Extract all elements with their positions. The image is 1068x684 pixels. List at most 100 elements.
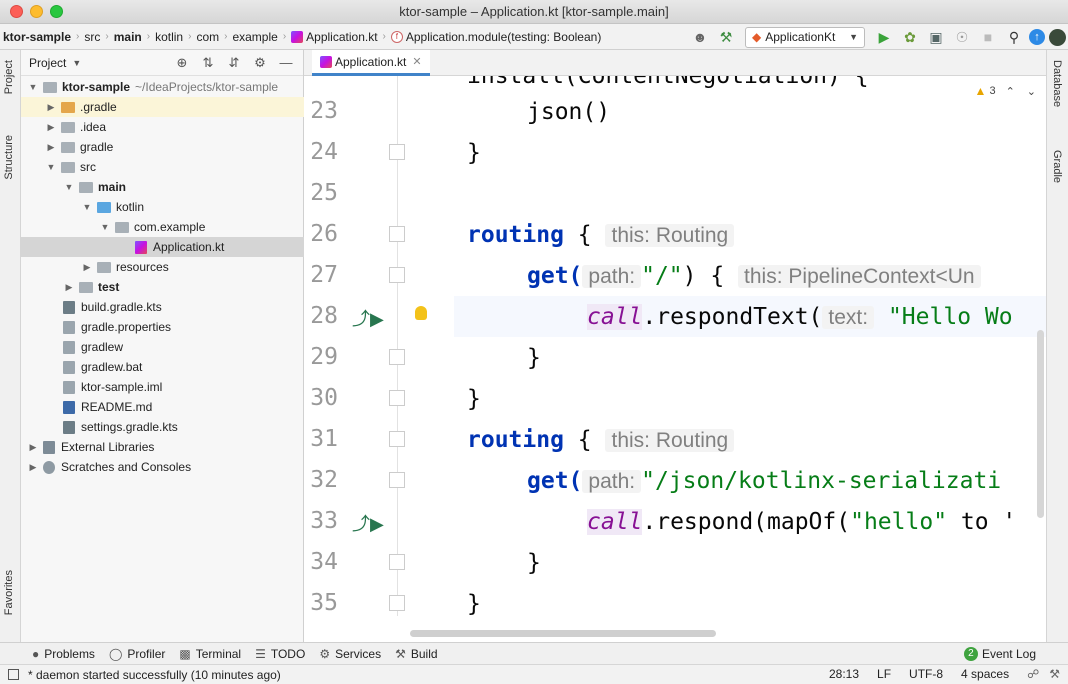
code-line-29: } <box>527 345 541 371</box>
tool-build[interactable]: ⚒ Build <box>395 647 437 661</box>
fold-marker[interactable] <box>389 431 405 447</box>
fold-marker[interactable] <box>389 226 405 242</box>
tab-favorites[interactable]: Favorites <box>3 570 15 615</box>
code-line-26: routing { this: Routing <box>467 215 735 256</box>
tree-item-gradlew[interactable]: gradlew <box>21 337 304 357</box>
lightbulb-icon[interactable] <box>415 306 427 320</box>
lock-icon[interactable]: ☍ <box>1027 667 1039 681</box>
tree-item-main[interactable]: ▼ main <box>21 177 304 197</box>
tab-structure[interactable]: Structure <box>3 135 15 180</box>
tree-item-iml[interactable]: ktor-sample.iml <box>21 377 304 397</box>
tree-item-com-example[interactable]: ▼ com.example <box>21 217 304 237</box>
tree-item-readme[interactable]: README.md <box>21 397 304 417</box>
markdown-file-icon <box>63 400 75 414</box>
gear-icon[interactable]: ⚙ <box>251 55 269 71</box>
fold-marker[interactable] <box>389 390 405 406</box>
breadcrumb-function[interactable]: f Application.module(testing: Boolean) <box>388 30 604 44</box>
tree-item-gradle-cache[interactable]: ▶ .gradle <box>21 97 304 117</box>
search-icon[interactable]: ⚲ <box>1003 26 1025 48</box>
tool-todo[interactable]: ☰ TODO <box>255 647 305 661</box>
tree-item-resources[interactable]: ▶ resources <box>21 257 304 277</box>
build-hammer-icon: ⚒ <box>395 646 406 661</box>
code-line-34: } <box>527 550 541 576</box>
breadcrumb-kotlin[interactable]: kotlin <box>152 30 186 44</box>
code-text: ) { <box>682 263 739 289</box>
tree-item-gradle-properties[interactable]: gradle.properties <box>21 317 304 337</box>
tool-profiler[interactable]: ◯ Profiler <box>109 647 165 661</box>
tree-item-gradle[interactable]: ▶ gradle <box>21 137 304 157</box>
tab-database[interactable]: Database <box>1051 60 1063 107</box>
build-hammer-icon[interactable]: ⚒ <box>715 26 737 48</box>
chevron-down-icon[interactable]: ▼ <box>72 58 81 68</box>
folder-icon <box>43 81 57 93</box>
project-view-title[interactable]: Project <box>29 56 66 70</box>
tree-item-label: Scratches and Consoles <box>61 460 192 474</box>
line-separator[interactable]: LF <box>877 667 891 681</box>
horizontal-scrollbar[interactable] <box>410 630 716 637</box>
inspection-hat-icon[interactable]: ⚒ <box>1049 667 1060 681</box>
fold-marker[interactable] <box>389 472 405 488</box>
tree-item-test[interactable]: ▶ test <box>21 277 304 297</box>
fold-marker[interactable] <box>389 267 405 283</box>
properties-file-icon <box>63 320 75 334</box>
fold-marker[interactable] <box>389 595 405 611</box>
tree-item-application-kt[interactable]: Application.kt <box>21 237 304 257</box>
fold-marker[interactable] <box>389 349 405 365</box>
tab-gradle[interactable]: Gradle <box>1051 150 1063 183</box>
collapse-all-icon[interactable]: ⇵ <box>225 55 243 71</box>
route-gutter-icon[interactable]: ⤴▶ <box>352 510 384 536</box>
vertical-scrollbar[interactable] <box>1037 330 1044 518</box>
tree-item-src[interactable]: ▼ src <box>21 157 304 177</box>
tree-item-scratches[interactable]: ▶ Scratches and Consoles <box>21 457 304 477</box>
locate-icon[interactable]: ⊕ <box>173 55 191 71</box>
update-icon[interactable]: ↑ <box>1029 29 1045 45</box>
avatar[interactable] <box>1049 28 1066 46</box>
breadcrumb-example[interactable]: example <box>229 30 280 44</box>
tree-item-root[interactable]: ▼ ktor-sample ~/IdeaProjects/ktor-sample <box>21 77 304 97</box>
code-area[interactable]: install(ContentNegotiation) { json() } r… <box>454 76 1046 642</box>
stop-icon[interactable]: ■ <box>977 26 999 48</box>
tool-problems[interactable]: ● Problems <box>32 647 95 661</box>
route-gutter-icon[interactable]: ⤴▶ <box>352 305 384 331</box>
tool-terminal[interactable]: ▩ Terminal <box>179 647 241 661</box>
run-config-icon: ◆ <box>752 30 762 44</box>
caret-position[interactable]: 28:13 <box>829 667 859 681</box>
breadcrumb-com[interactable]: com <box>193 30 222 44</box>
tab-application-kt[interactable]: Application.kt ✕ <box>312 50 430 76</box>
debug-icon[interactable]: ✿ <box>899 26 921 48</box>
tool-label: Services <box>335 646 382 661</box>
tree-item-gradlew-bat[interactable]: gradlew.bat <box>21 357 304 377</box>
status-toggle-icon[interactable] <box>8 669 19 680</box>
tree-item-idea[interactable]: ▶ .idea <box>21 117 304 137</box>
expand-all-icon[interactable]: ⇅ <box>199 55 217 71</box>
tool-event-log[interactable]: 2 Event Log <box>963 646 1036 661</box>
coverage-icon[interactable]: ▣ <box>925 26 947 48</box>
breadcrumb-main[interactable]: main <box>111 30 145 44</box>
run-config-label: ApplicationKt <box>765 30 836 44</box>
run-configuration-select[interactable]: ◆ ApplicationKt ▼ <box>745 26 865 48</box>
tool-services[interactable]: ⚙ Services <box>319 647 381 661</box>
code-line-31: routing { this: Routing <box>467 420 735 461</box>
tab-project[interactable]: Project <box>3 60 15 94</box>
status-message[interactable]: * daemon started successfully (10 minute… <box>28 668 281 682</box>
breadcrumb-project[interactable]: ktor-sample <box>0 30 74 44</box>
tree-item-settings-gradle[interactable]: settings.gradle.kts <box>21 417 304 437</box>
tree-item-kotlin[interactable]: ▼ kotlin <box>21 197 304 217</box>
close-icon[interactable]: ✕ <box>412 55 421 68</box>
tree-item-external-libraries[interactable]: ▶ External Libraries <box>21 437 304 457</box>
tree-item-build-gradle[interactable]: build.gradle.kts <box>21 297 304 317</box>
user-icon[interactable]: ☻ <box>689 26 711 48</box>
chevron-right-icon: ▶ <box>47 121 55 132</box>
tool-label: Event Log <box>981 646 1036 661</box>
indent-setting[interactable]: 4 spaces <box>961 667 1009 681</box>
fold-marker[interactable] <box>389 554 405 570</box>
run-icon[interactable]: ▶ <box>873 26 895 48</box>
breadcrumb-file[interactable]: Application.kt <box>288 30 380 44</box>
file-encoding[interactable]: UTF-8 <box>909 667 943 681</box>
profile-icon[interactable]: ☉ <box>951 26 973 48</box>
hide-icon[interactable]: — <box>277 55 295 71</box>
breadcrumb-src[interactable]: src <box>81 30 103 44</box>
fold-marker[interactable] <box>389 144 405 160</box>
tree-item-label: build.gradle.kts <box>81 300 162 314</box>
function-icon: f <box>390 30 403 43</box>
